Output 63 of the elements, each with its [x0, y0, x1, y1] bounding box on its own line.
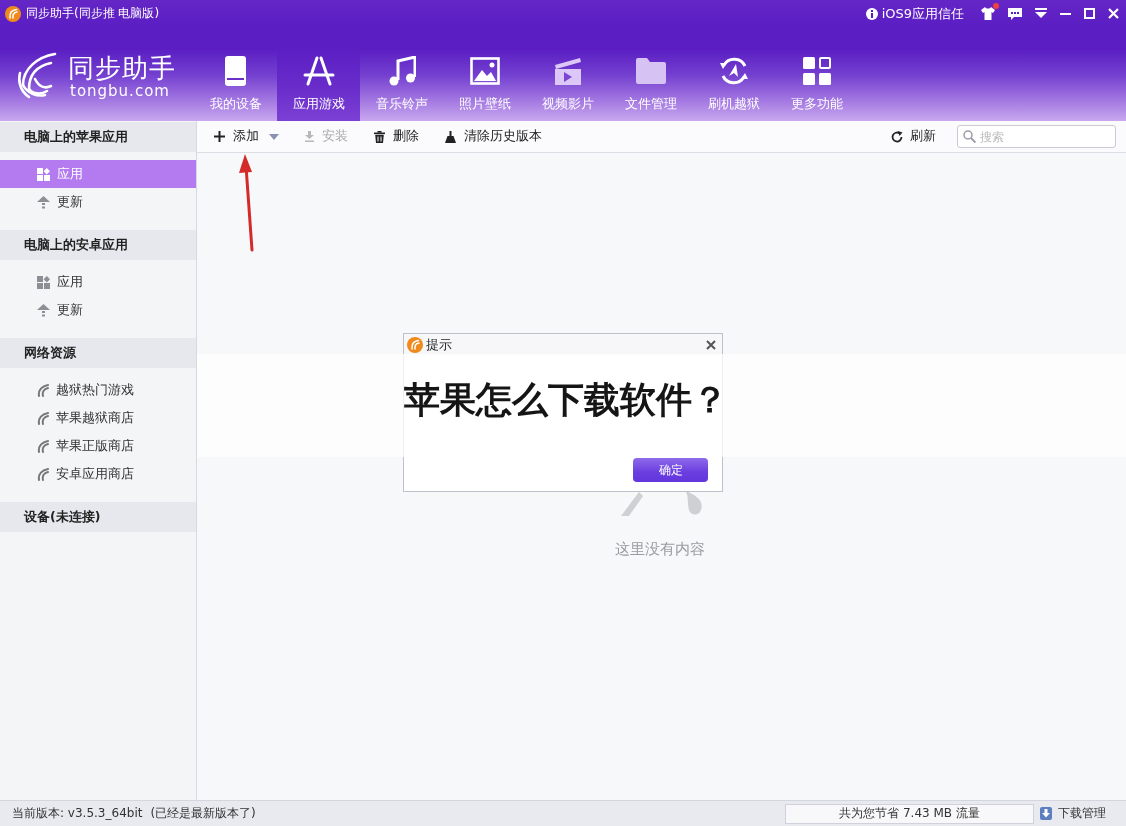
up-arrow-icon — [37, 195, 50, 209]
broom-icon — [445, 130, 456, 143]
trust-link[interactable]: iOS9应用信任 — [881, 4, 964, 23]
refresh-button[interactable]: 刷新 — [891, 128, 936, 145]
chat-icon[interactable] — [1008, 7, 1022, 20]
toolbar-button[interactable]: 添加 — [214, 128, 279, 145]
shirt-icon[interactable] — [981, 7, 995, 20]
up-arrow-icon — [37, 303, 50, 317]
dialog-title: 提示 — [426, 336, 452, 354]
version-text: 当前版本: v3.5.3_64bit — [12, 805, 143, 822]
confirm-button[interactable]: 确定 — [633, 458, 708, 482]
image-icon — [469, 57, 500, 85]
app-logo-icon — [5, 5, 21, 22]
sidebar-item[interactable]: 越狱热门游戏 — [0, 376, 196, 404]
sidebar-item[interactable]: 更新 — [0, 188, 196, 216]
sidebar-section-header: 网络资源 — [0, 338, 196, 368]
grid-icon — [37, 167, 50, 181]
version-note: (已经是最新版本了) — [150, 805, 256, 822]
data-saved-label: 共为您节省 7.43 MB 流量 — [785, 803, 1034, 824]
dialog-logo-icon — [407, 337, 423, 353]
sidebar-section-header: 电脑上的苹果应用 — [0, 122, 196, 152]
grid-icon — [802, 57, 831, 85]
sidebar-item[interactable]: 应用 — [0, 268, 196, 296]
trash-icon — [374, 130, 385, 143]
headline-banner: 苹果怎么下载软件？ — [197, 354, 1126, 457]
sidebar-section-header: 电脑上的安卓应用 — [0, 230, 196, 260]
close-button[interactable] — [706, 340, 716, 350]
refresh-icon — [891, 130, 903, 143]
brand-domain: tongbu.com — [69, 82, 171, 100]
close-icon[interactable] — [1108, 8, 1119, 19]
sidebar-item[interactable]: 苹果越狱商店 — [0, 404, 196, 432]
letter-a-icon — [302, 56, 335, 86]
music-note-icon — [387, 56, 416, 86]
search-icon — [963, 130, 976, 143]
close-icon — [706, 340, 716, 350]
caret-icon — [269, 133, 279, 140]
sidebar-section-header: 设备(未连接) — [0, 502, 196, 532]
swirl-icon — [37, 383, 49, 397]
sidebar-item[interactable]: 安卓应用商店 — [0, 460, 196, 488]
toolbar-button[interactable]: 删除 — [374, 128, 419, 145]
circular-arrows-icon — [718, 56, 749, 86]
plus-icon — [214, 131, 225, 142]
swirl-icon — [37, 439, 49, 453]
download-manager-button[interactable]: 下载管理 — [1040, 805, 1106, 822]
grid-icon — [37, 275, 50, 289]
maximize-icon[interactable] — [1084, 8, 1095, 19]
brand-name: 同步助手 — [68, 54, 176, 82]
sidebar-item[interactable]: 苹果正版商店 — [0, 432, 196, 460]
window-title: 同步助手(同步推 电脑版) — [26, 5, 160, 22]
toolbar-button[interactable]: 清除历史版本 — [445, 128, 542, 145]
sidebar-item[interactable]: 更新 — [0, 296, 196, 324]
clapperboard-icon — [553, 56, 582, 86]
download-icon — [305, 131, 314, 142]
empty-message: 这里没有内容 — [614, 540, 705, 559]
collapse-icon[interactable] — [1035, 8, 1047, 19]
folder-icon — [635, 58, 666, 84]
swirl-icon — [37, 411, 49, 425]
tablet-icon — [225, 56, 246, 86]
swirl-icon — [37, 467, 49, 481]
minimize-icon[interactable] — [1060, 12, 1071, 15]
info-icon[interactable] — [865, 7, 878, 20]
download-icon — [1040, 807, 1052, 820]
search-field[interactable]: 搜索 — [957, 125, 1116, 148]
